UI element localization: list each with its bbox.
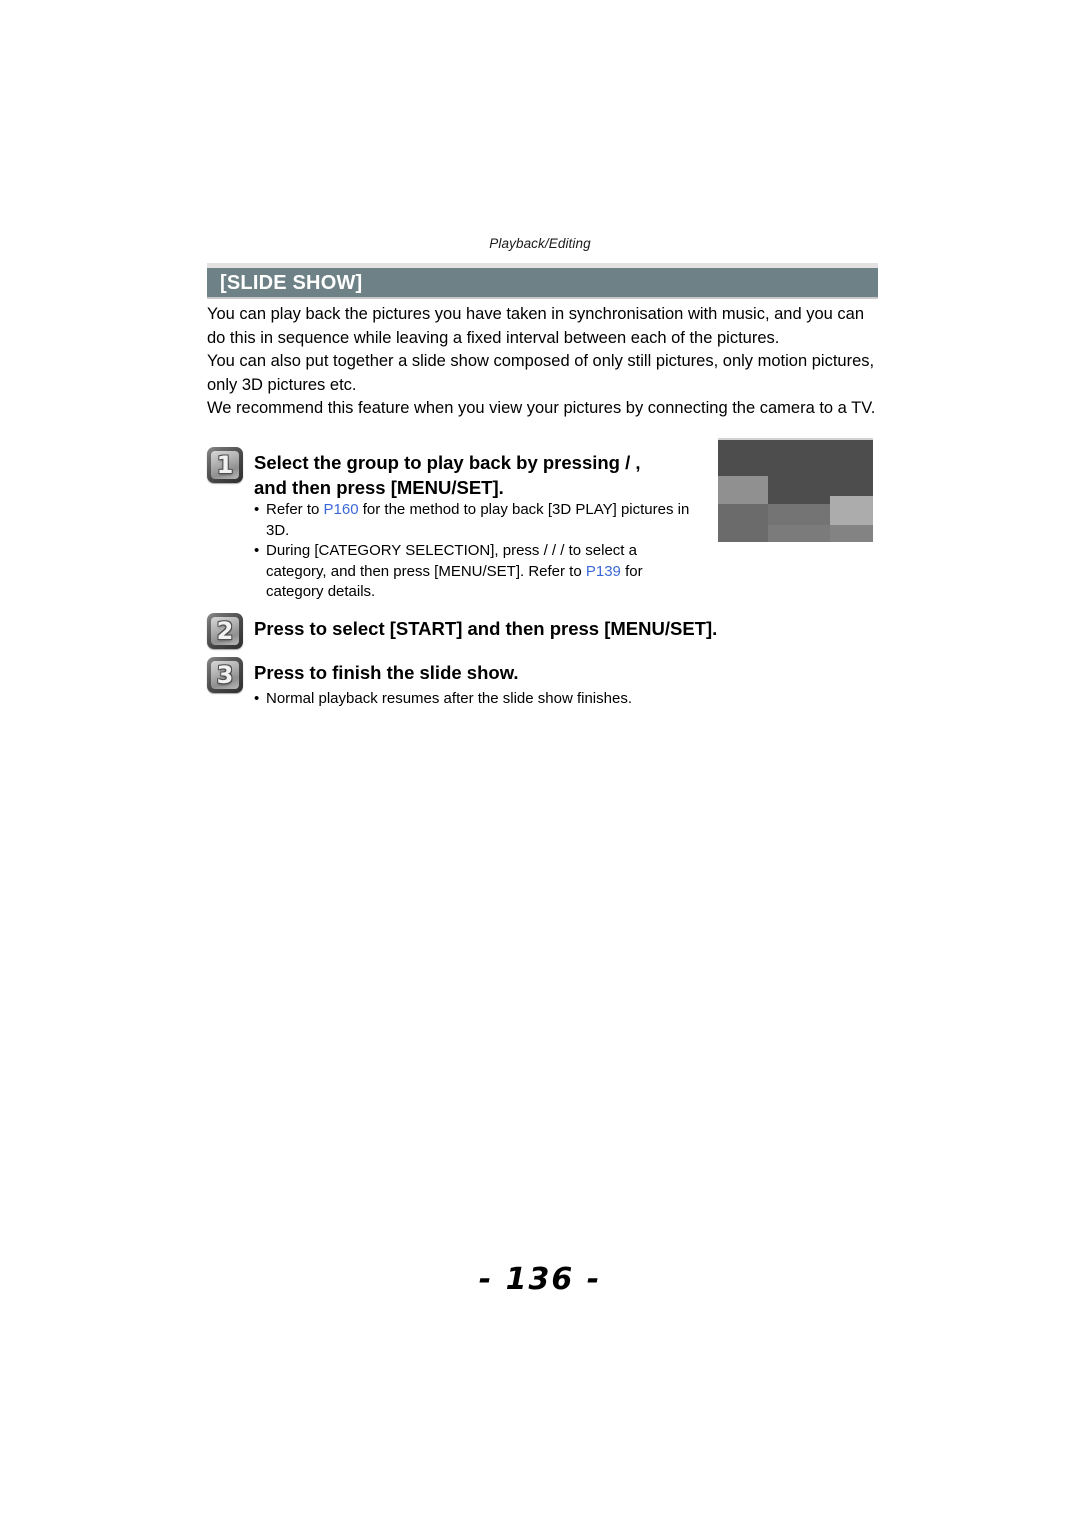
bullet-dot-icon: • <box>254 501 260 518</box>
step-2: 2 Press to select [START] and then press… <box>207 613 847 649</box>
page-reference-link[interactable]: P160 <box>324 501 359 518</box>
manual-page: Playback/Editing [SLIDE SHOW] You can pl… <box>0 0 1080 1526</box>
step-1: 1 Select the group to play back by press… <box>207 447 677 500</box>
page-number: - 136 - <box>478 1262 602 1297</box>
title-bar-fill: [SLIDE SHOW] <box>207 268 878 299</box>
step-number-3: 3 <box>216 661 234 689</box>
mosaic-tile <box>830 525 873 542</box>
step-number-2: 2 <box>216 617 234 645</box>
page-reference-link[interactable]: P139 <box>586 563 621 580</box>
list-item: • Normal playback resumes after the slid… <box>254 689 724 710</box>
slide-show-thumbnail-mosaic <box>718 438 873 542</box>
step-number-badge-2: 2 <box>207 613 243 649</box>
step-3: 3 Press to finish the slide show. <box>207 657 847 693</box>
mosaic-tile <box>768 525 830 542</box>
bullet-text-before: During [CATEGORY SELECTION], press / / /… <box>266 542 637 580</box>
intro-paragraphs: You can play back the pictures you have … <box>207 303 879 421</box>
step-3-instruction: Press to finish the slide show. <box>254 662 519 683</box>
section-title-text: [SLIDE SHOW] <box>220 271 363 294</box>
step-2-instruction: Press to select [START] and then press [… <box>254 618 718 639</box>
intro-paragraph-2: You can also put together a slide show c… <box>207 352 875 394</box>
mosaic-tile <box>830 496 873 525</box>
step-1-instruction: Select the group to play back by pressin… <box>254 452 641 498</box>
step-number-badge-3: 3 <box>207 657 243 693</box>
step-number-badge-1: 1 <box>207 447 243 483</box>
mosaic-tile <box>718 476 768 504</box>
mosaic-tile <box>768 504 830 525</box>
intro-paragraph-1: You can play back the pictures you have … <box>207 305 865 347</box>
section-title-bar: [SLIDE SHOW] <box>207 263 878 299</box>
intro-paragraph-3: We recommend this feature when you view … <box>207 399 876 417</box>
bullet-dot-icon: • <box>254 690 260 707</box>
running-head: Playback/Editing <box>489 236 591 251</box>
bullet-dot-icon: • <box>254 542 260 559</box>
bullet-text: Normal playback resumes after the slide … <box>266 690 632 707</box>
step-number-1: 1 <box>216 451 234 479</box>
list-item: • Refer to P160 for the method to play b… <box>254 500 694 541</box>
list-item: • During [CATEGORY SELECTION], press / /… <box>254 541 694 603</box>
step-1-bullets: • Refer to P160 for the method to play b… <box>254 500 694 603</box>
mosaic-tile <box>718 504 768 542</box>
step-3-bullets: • Normal playback resumes after the slid… <box>254 689 724 710</box>
bullet-text-before: Refer to <box>266 501 324 518</box>
